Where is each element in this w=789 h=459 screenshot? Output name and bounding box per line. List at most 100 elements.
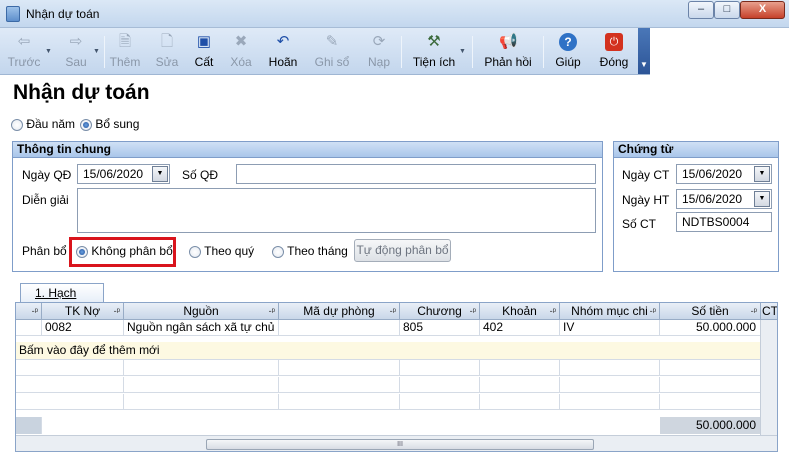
horizontal-scrollbar[interactable]: III (16, 435, 777, 451)
add-button[interactable]: 🗎 Thêm (106, 28, 144, 74)
toolbar-separator (543, 36, 544, 68)
app-icon (6, 6, 20, 22)
table-row[interactable]: 0082 Nguồn ngân sách xã tự chủ 805 402 I… (16, 320, 777, 336)
voucher-header: Chứng từ (614, 142, 778, 158)
unpost-button[interactable]: ⟳ Nạp (362, 28, 396, 74)
utilities-button[interactable]: ⚒ Tiện ích (410, 28, 458, 74)
cell-nguon[interactable]: Nguồn ngân sách xã tự chủ (124, 320, 279, 336)
add-new-row[interactable]: Bấm vào đây để thêm mới (16, 342, 777, 360)
maximize-button[interactable]: □ (714, 1, 740, 19)
row-indicator (16, 320, 42, 336)
voucher-number-label: Số CT (622, 217, 657, 231)
description-field[interactable] (77, 188, 596, 233)
next-dropdown-arrow[interactable]: ▼ (93, 48, 100, 55)
delete-button[interactable]: ✖ Xóa (224, 28, 258, 74)
chevron-down-icon[interactable]: ▼ (754, 166, 770, 182)
radio-selected-icon (80, 118, 92, 131)
cell-tk-no[interactable]: 0082 (42, 320, 124, 336)
toolbar-separator (401, 36, 402, 68)
pin-icon: -ᵖ (31, 306, 38, 316)
pencil-icon: ✎ (325, 33, 339, 50)
tab-accounting[interactable]: 1. Hạch toán (20, 283, 104, 318)
close-button[interactable]: ⏻ Đóng (596, 28, 632, 74)
empty-row (16, 360, 777, 376)
column-header-so-tien[interactable]: Số tiền -ᵖ (660, 303, 761, 320)
help-button[interactable]: ? Giúp (552, 28, 584, 74)
column-header-ma-du-phong[interactable]: Mã dự phòng -ᵖ (279, 303, 400, 320)
voucher-date-field[interactable]: 15/06/2020 ▼ (676, 164, 772, 184)
decision-date-field[interactable]: 15/06/2020 ▼ (77, 164, 170, 184)
arrow-left-icon: ⇦ (17, 33, 31, 50)
undo-button[interactable]: ↶ Hoãn (264, 28, 302, 74)
prev-button[interactable]: ⇦ Trước (4, 28, 44, 74)
add-document-icon: 🗎 (118, 33, 132, 50)
mode-option-start-year[interactable]: Đầu năm (11, 117, 75, 131)
auto-allocate-button[interactable]: Tự động phân bổ (354, 239, 451, 262)
mode-option-supplement[interactable]: Bổ sung (80, 117, 139, 131)
chevron-down-icon[interactable]: ▼ (754, 191, 770, 207)
column-header-tk-no[interactable]: TK Nợ -ᵖ (42, 303, 124, 320)
radio-icon (189, 245, 201, 258)
delete-document-icon: ✖ (234, 33, 248, 50)
grid-total-row: 50.000.000 (16, 417, 777, 434)
help-icon: ? (559, 33, 577, 51)
radio-icon (11, 118, 23, 131)
pin-icon: -ᵖ (469, 306, 476, 316)
pin-icon: -ᵖ (113, 306, 120, 316)
cell-nhom-muc-chi[interactable]: IV (560, 320, 660, 336)
pin-icon: -ᵖ (268, 306, 275, 316)
posting-date-label: Ngày HT (622, 193, 670, 207)
decision-number-field[interactable] (236, 164, 596, 184)
reload-document-icon: ⟳ (372, 33, 386, 50)
alloc-option-quarter[interactable]: Theo quý (189, 244, 254, 258)
highlight-box (69, 237, 176, 267)
total-amount: 50.000.000 (660, 417, 761, 434)
minimize-button[interactable]: – (688, 1, 714, 19)
grid-header: -ᵖ TK Nợ -ᵖ Nguồn -ᵖ Mã dự phòng -ᵖ Chương -… (16, 303, 777, 320)
column-header-nhom-muc-chi[interactable]: Nhóm mục chi -ᵖ (560, 303, 660, 320)
general-info-header: Thông tin chung (13, 142, 602, 158)
alloc-option-month[interactable]: Theo tháng (272, 244, 348, 258)
toolbar-separator (472, 36, 473, 68)
posting-date-field[interactable]: 15/06/2020 ▼ (676, 189, 772, 209)
column-header-nguon[interactable]: Nguồn -ᵖ (124, 303, 279, 320)
cell-so-tien[interactable]: 50.000.000 (660, 320, 761, 336)
column-header-chuong[interactable]: Chương -ᵖ (400, 303, 480, 320)
edit-button[interactable]: 🗋 Sửa (148, 28, 186, 74)
page-title: Nhận dự toán (13, 81, 150, 104)
title-bar: Nhận dự toán – □ X (0, 0, 789, 28)
column-header-khoan[interactable]: Khoản -ᵖ (480, 303, 560, 320)
window-title: Nhận dự toán (26, 7, 100, 21)
cell-ma-du-phong[interactable] (279, 320, 400, 336)
accounting-grid: -ᵖ TK Nợ -ᵖ Nguồn -ᵖ Mã dự phòng -ᵖ Chương -… (15, 302, 778, 452)
decision-date-label: Ngày QĐ (22, 168, 72, 182)
allocation-label: Phân bổ (22, 244, 67, 258)
toolbar-overflow[interactable]: ▼ (638, 28, 650, 74)
tools-icon: ⚒ (427, 33, 441, 50)
scrollbar-thumb[interactable]: III (206, 439, 594, 450)
next-button[interactable]: ⇨ Sau (56, 28, 96, 74)
post-button[interactable]: ✎ Ghi sổ (312, 28, 352, 74)
pin-icon: -ᵖ (649, 306, 656, 316)
empty-row (16, 394, 777, 410)
feedback-button[interactable]: 📢 Phản hồi (480, 28, 536, 74)
voucher-date-label: Ngày CT (622, 168, 670, 182)
radio-icon (272, 245, 284, 258)
toolbar-separator (104, 36, 105, 68)
cell-khoan[interactable]: 402 (480, 320, 560, 336)
grid-corner: -ᵖ (16, 303, 42, 320)
floppy-disk-icon: ▣ (196, 33, 212, 50)
column-header-ct[interactable]: CT (761, 303, 777, 320)
arrow-right-icon: ⇨ (69, 33, 83, 50)
voucher-number-field[interactable]: NDTBS0004 (676, 212, 772, 232)
prev-dropdown-arrow[interactable]: ▼ (45, 48, 52, 55)
edit-document-icon: 🗋 (160, 33, 174, 50)
footer-indicator (16, 417, 42, 434)
utilities-dropdown-arrow[interactable]: ▼ (459, 48, 466, 55)
megaphone-icon: 📢 (499, 33, 518, 50)
vertical-scrollbar[interactable] (760, 320, 777, 435)
save-button[interactable]: ▣ Cất (187, 28, 221, 74)
chevron-down-icon[interactable]: ▼ (152, 166, 168, 182)
cell-chuong[interactable]: 805 (400, 320, 480, 336)
close-window-button[interactable]: X (740, 1, 785, 19)
